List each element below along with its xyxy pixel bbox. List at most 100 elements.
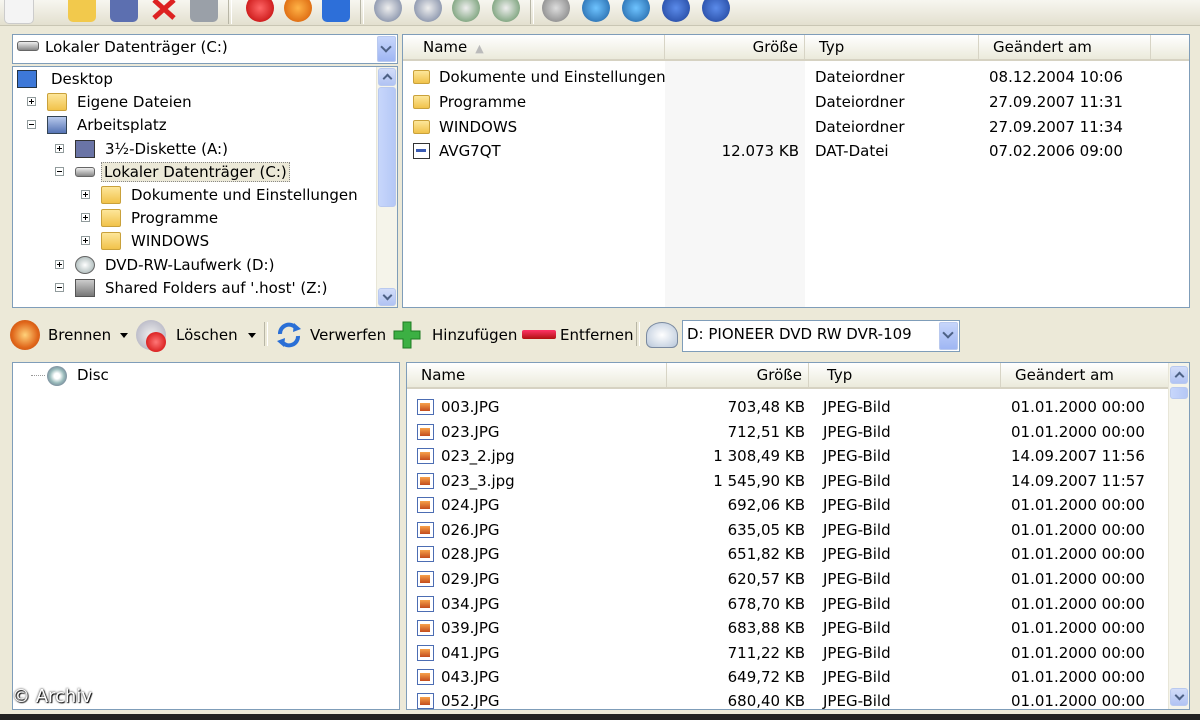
file-modified: 01.01.2000 00:00 [1011,570,1145,588]
column-header-size[interactable]: Größe [667,363,809,387]
list-item[interactable]: 041.JPG 711,22 KB JPEG-Bild 01.01.2000 0… [407,641,1169,665]
collapse-icon[interactable] [55,283,64,292]
disc-copy-icon[interactable] [492,0,520,22]
jpeg-file-icon [417,620,434,636]
file-size: 1 308,49 KB [713,447,805,465]
tree-scrollbar[interactable] [376,67,397,307]
scroll-up-icon[interactable] [378,68,396,86]
jpeg-file-icon [417,645,434,661]
disc-info-icon[interactable] [374,0,402,22]
list-item[interactable]: 023_3.jpg 1 545,90 KB JPEG-Bild 14.09.20… [407,469,1169,493]
expand-icon[interactable] [81,190,90,199]
erase-disc-icon[interactable] [246,0,274,22]
chevron-down-icon[interactable] [939,322,958,350]
scroll-down-icon[interactable] [1170,688,1188,706]
chevron-down-icon[interactable] [377,36,396,62]
list-item[interactable]: 023.JPG 712,51 KB JPEG-Bild 01.01.2000 0… [407,420,1169,444]
disc-info-icon[interactable] [414,0,442,22]
list-item[interactable]: 043.JPG 649,72 KB JPEG-Bild 01.01.2000 0… [407,665,1169,689]
disc-tree: Disc [12,362,400,710]
file-type: JPEG-Bild [823,545,891,563]
add-button[interactable]: Hinzufügen [392,318,518,352]
disc-copy-icon[interactable] [452,0,480,22]
list-item[interactable]: 024.JPG 692,06 KB JPEG-Bild 01.01.2000 0… [407,493,1169,517]
burn-icon[interactable] [284,0,312,22]
hard-drive-icon [75,167,95,177]
globe-icon[interactable] [622,0,650,22]
column-header-modified[interactable]: Geändert am [1001,363,1169,387]
add-button-label: Hinzufügen [432,326,518,344]
scroll-down-icon[interactable] [378,288,396,306]
file-modified: 14.09.2007 11:57 [1011,472,1145,490]
list-item[interactable]: 003.JPG 703,48 KB JPEG-Bild 01.01.2000 0… [407,395,1169,419]
scroll-thumb[interactable] [378,87,396,207]
save-icon[interactable] [110,0,138,22]
list-item[interactable]: Dokumente und Einstellungen Dateiordner … [403,65,1189,89]
file-size: 1 545,90 KB [713,472,805,490]
file-type: Dateiordner [815,118,905,136]
gear-icon[interactable] [542,0,570,22]
expand-icon[interactable] [81,213,90,222]
list-item[interactable]: 023_2.jpg 1 308,49 KB JPEG-Bild 14.09.20… [407,444,1169,468]
file-name: 041.JPG [441,644,500,662]
delete-icon[interactable] [150,0,178,22]
list-item[interactable]: AVG7QT 12.073 KB DAT-Datei 07.02.2006 09… [403,139,1189,163]
hard-drive-icon [17,41,39,51]
jpeg-file-icon [417,693,434,709]
column-header-name[interactable]: Name ▲ [403,35,665,59]
print-icon[interactable] [190,0,218,22]
chevron-down-icon[interactable] [248,333,256,338]
folder-icon [101,186,121,204]
computer-icon [47,116,67,134]
tree-item-label: Desktop [51,70,113,88]
file-size: 620,57 KB [727,570,805,588]
tree-item-label: Shared Folders auf '.host' (Z:) [105,279,328,297]
file-type: JPEG-Bild [823,447,891,465]
scroll-thumb[interactable] [1170,387,1188,399]
column-header-type[interactable]: Typ [805,35,979,59]
column-header-modified[interactable]: Geändert am [979,35,1151,59]
erase-button-label: Löschen [176,326,238,344]
info-icon[interactable] [662,0,690,22]
file-name: 043.JPG [441,668,500,686]
column-header-size[interactable]: Größe [665,35,805,59]
burn-button[interactable]: Brennen [10,318,132,352]
tree-item-label: Lokaler Datenträger (C:) [101,162,290,182]
source-drive-combo[interactable]: Lokaler Datenträger (C:) [12,34,398,64]
help-icon[interactable] [702,0,730,22]
remove-button[interactable]: Entfernen [520,318,634,352]
recorder-combo[interactable]: D: PIONEER DVD RW DVR-109 [682,320,960,352]
list-item[interactable]: 029.JPG 620,57 KB JPEG-Bild 01.01.2000 0… [407,567,1169,591]
disc-list-scrollbar[interactable] [1168,363,1189,709]
scroll-up-icon[interactable] [1170,366,1188,384]
open-folder-icon[interactable] [68,0,96,22]
list-item[interactable]: WINDOWS Dateiordner 27.09.2007 11:34 [403,115,1189,139]
collapse-icon[interactable] [27,120,36,129]
list-item[interactable]: 039.JPG 683,88 KB JPEG-Bild 01.01.2000 0… [407,616,1169,640]
globe-icon[interactable] [582,0,610,22]
file-size: 651,82 KB [727,545,805,563]
file-name: Dokumente und Einstellungen [439,68,666,86]
expand-icon[interactable] [81,236,90,245]
file-size: 680,40 KB [727,692,805,710]
window-icon[interactable] [322,0,350,22]
expand-icon[interactable] [27,97,36,106]
column-header-name[interactable]: Name [407,363,667,387]
expand-icon[interactable] [55,144,64,153]
file-name: 024.JPG [441,496,500,514]
erase-button[interactable]: Löschen [136,318,260,352]
list-item[interactable]: 034.JPG 678,70 KB JPEG-Bild 01.01.2000 0… [407,592,1169,616]
recorder-value: D: PIONEER DVD RW DVR-109 [687,325,912,343]
list-item[interactable]: Programme Dateiordner 27.09.2007 11:31 [403,90,1189,114]
chevron-down-icon[interactable] [120,333,128,338]
list-item[interactable]: 052.JPG 680,40 KB JPEG-Bild 01.01.2000 0… [407,689,1169,710]
file-size: 12.073 KB [721,142,799,160]
list-item[interactable]: 028.JPG 651,82 KB JPEG-Bild 01.01.2000 0… [407,542,1169,566]
list-item[interactable]: 026.JPG 635,05 KB JPEG-Bild 01.01.2000 0… [407,518,1169,542]
expand-icon[interactable] [55,260,64,269]
discard-button[interactable]: Verwerfen [274,318,386,352]
file-name: 034.JPG [441,595,500,613]
new-file-icon[interactable] [4,0,34,24]
collapse-icon[interactable] [55,167,64,176]
column-header-type[interactable]: Typ [809,363,1001,387]
